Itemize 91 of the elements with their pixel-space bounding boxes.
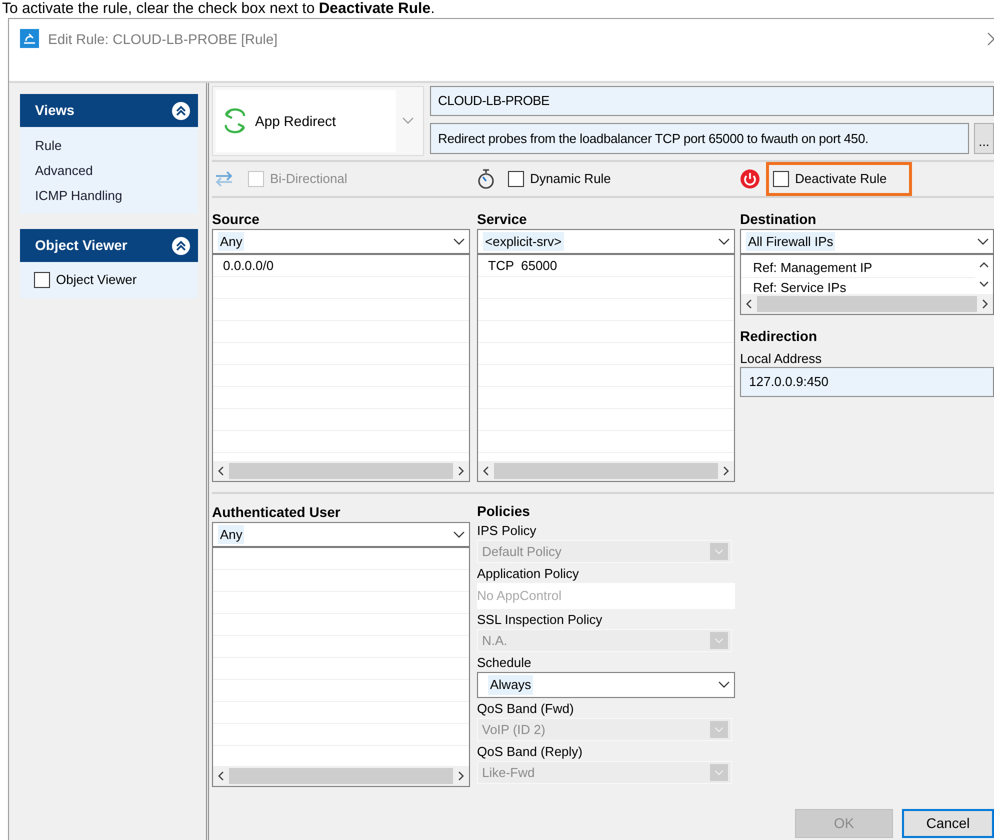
chevron-down-icon [718,681,730,689]
description-field[interactable]: Redirect probes from the loadbalancer TCP port 65000 to fwauth on port 450. [430,123,969,154]
power-icon [740,169,760,189]
chevron-down-icon [977,238,989,246]
rule-type-value: App Redirect [255,112,336,131]
dropdown-value: Default Policy [482,542,562,561]
collapse-icon[interactable] [172,102,190,120]
section-heading: Destination [740,210,818,228]
section-heading: Policies [477,503,531,520]
scrollbar-thumb[interactable] [494,463,718,479]
bidirectional-arrows-icon [213,170,235,188]
section-heading: Source [212,210,260,228]
rule-type-dropdown[interactable]: App Redirect [212,86,424,156]
dialog-button[interactable]: Cancel [902,809,994,838]
window-title: Edit Rule: CLOUD-LB-PROBE [Rule] [48,30,278,49]
scroll-left-icon[interactable] [745,299,753,309]
scrollbar-thumb[interactable] [229,768,453,784]
rule-name-field[interactable]: CLOUD-LB-PROBE [430,86,994,116]
chevron-down-icon [714,548,724,554]
checkbox[interactable] [34,272,50,288]
dropdown-value: Any [218,232,244,252]
field-label: Local Address [740,350,823,367]
section-heading: Redirection [740,327,818,345]
stopwatch-icon [477,169,495,189]
scroll-up-icon[interactable] [979,261,989,268]
list-entry[interactable]: 0.0.0.0/0 [223,256,274,276]
dropdown-field[interactable]: Always [477,672,735,698]
collapse-icon[interactable] [172,236,190,254]
local-address-field[interactable]: 127.0.0.9:450 [740,367,994,397]
panel-title: Object Viewer [35,236,128,255]
more-button[interactable]: ... [974,123,994,154]
scroll-right-icon[interactable] [981,299,989,309]
scroll-left-icon[interactable] [217,771,225,781]
dropdown-value: All Firewall IPs [746,232,836,252]
field-value: Redirect probes from the loadbalancer TCP port 65000 to fwauth on port 450. [438,130,868,148]
dropdown-field[interactable]: Any [212,522,470,548]
dropdown-value: Like-Fwd [482,764,535,782]
dropdown-field[interactable]: All Firewall IPs [740,229,994,255]
scroll-right-icon[interactable] [457,466,465,476]
section-heading: Authenticated User [212,503,342,521]
option-label[interactable]: Dynamic Rule [530,169,611,189]
scrollbar-thumb[interactable] [757,296,977,312]
panel-header[interactable]: Views [20,94,198,127]
checkbox[interactable] [773,171,789,187]
instruction-text: To activate the rule, clear the check box next to Deactivate Rule. [1,0,436,18]
dropdown-value: <explicit-srv> [483,232,564,252]
chevron-down-icon [714,638,724,644]
field-label: Schedule [477,654,532,671]
scrollbar-thumb[interactable] [229,463,453,479]
scroll-down-icon[interactable] [979,280,989,288]
field-value: 127.0.0.9:450 [749,373,829,392]
chevron-down-icon [714,770,724,776]
chevron-down-icon [714,726,724,732]
checkbox-label[interactable]: Object Viewer [56,270,137,290]
field-label: SSL Inspection Policy [477,611,604,628]
scroll-right-icon[interactable] [722,466,730,476]
chevron-down-icon [402,117,414,125]
chevron-down-icon [453,238,465,246]
dropdown-field[interactable]: Any [212,229,470,255]
dropdown-value: Always [488,675,534,695]
list-entry[interactable]: TCP 65000 [488,256,558,276]
horizontal-scrollbar[interactable] [213,766,469,786]
nav-link[interactable]: ICMP Handling [35,185,183,206]
app-logo-icon [20,29,39,48]
field-label: QoS Band (Reply) [477,743,584,760]
field-label: QoS Band (Fwd) [477,700,575,717]
scroll-left-icon[interactable] [217,466,225,476]
dropdown-value: N.A. [482,632,508,650]
option-label[interactable]: Deactivate Rule [795,169,887,189]
nav-link[interactable]: Advanced [35,160,183,181]
list-entry[interactable]: Ref: Management IP [753,260,872,276]
field-value: No AppControl [477,587,562,606]
field-value: CLOUD-LB-PROBE [438,92,550,110]
chevron-down-icon [453,530,465,538]
list-entry[interactable]: Ref: Service IPs [753,280,846,294]
chevron-down-icon [718,238,730,246]
panel-header[interactable]: Object Viewer [20,229,198,262]
field-label: IPS Policy [477,522,538,539]
field-label: Application Policy [477,565,580,582]
scroll-right-icon[interactable] [457,771,465,781]
panel-title: Views [35,101,76,120]
horizontal-scrollbar[interactable] [213,461,469,481]
scroll-left-icon[interactable] [482,466,490,476]
horizontal-scrollbar[interactable] [741,294,993,314]
horizontal-scrollbar[interactable] [478,461,734,481]
dropdown-value: VoIP (ID 2) [482,720,546,739]
checkbox[interactable] [508,171,524,187]
dropdown-field[interactable]: <explicit-srv> [477,229,735,255]
dropdown-value: Any [218,524,244,544]
section-heading: Service [477,210,528,228]
nav-link[interactable]: Rule [35,135,183,156]
